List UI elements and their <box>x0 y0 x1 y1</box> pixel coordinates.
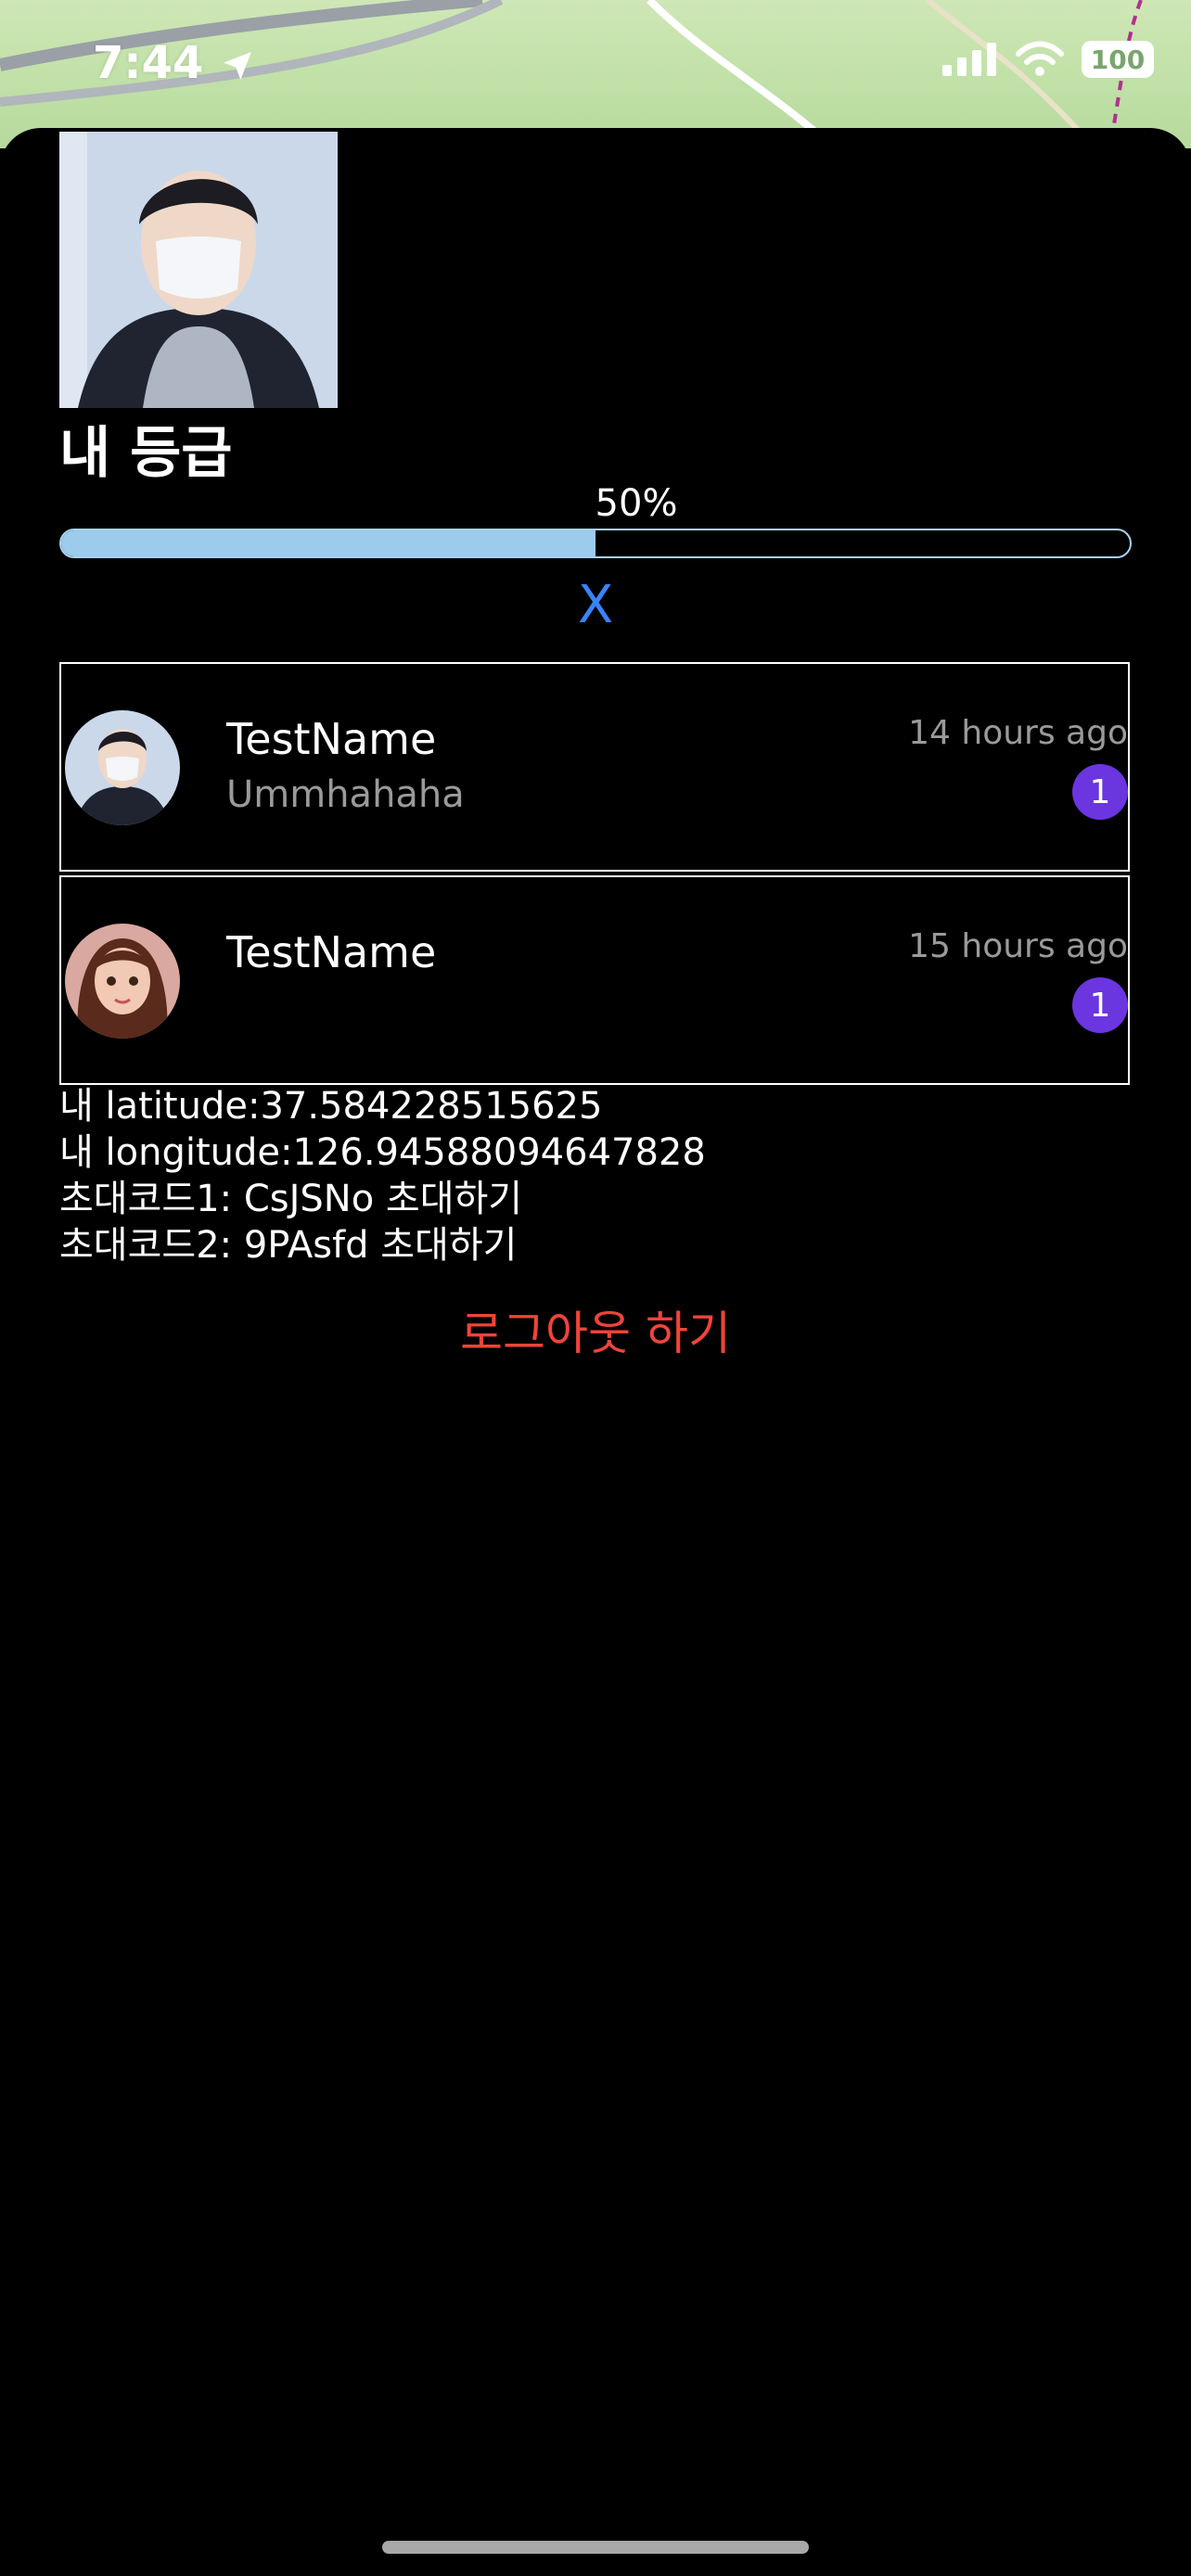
chat-name: TestName <box>226 927 437 977</box>
profile-photo[interactable] <box>59 132 338 408</box>
avatar <box>65 710 180 825</box>
user-info: 내 latitude:37.584228515625 내 longitude:1… <box>59 1083 706 1269</box>
battery-icon: 100 <box>1082 41 1154 78</box>
invite-code-2[interactable]: 초대코드2: 9PAsfd 초대하기 <box>59 1222 706 1269</box>
status-time: 7:44 <box>93 37 256 89</box>
cellular-signal-icon <box>942 43 996 76</box>
chat-timestamp: 15 hours ago <box>908 927 1128 965</box>
status-bar: 7:44 100 <box>0 0 1191 130</box>
longitude-text: 내 longitude:126.94588094647828 <box>59 1131 706 1174</box>
latitude-text: 내 latitude:37.584228515625 <box>59 1085 603 1128</box>
invite-code-1[interactable]: 초대코드1: CsJSNo 초대하기 <box>59 1176 706 1222</box>
person-avatar-icon <box>65 710 180 825</box>
location-arrow-icon <box>224 52 252 80</box>
grade-progress-bar <box>59 529 1132 558</box>
grade-progress-fill <box>61 530 596 556</box>
logout-button[interactable]: 로그아웃 하기 <box>0 1296 1191 1363</box>
unread-badge: 1 <box>1072 764 1128 820</box>
girl-avatar-icon <box>65 924 180 1039</box>
person-photo-icon <box>59 132 338 408</box>
chat-list: TestName Ummhahaha 14 hours ago 1 TestNa… <box>59 662 1130 1089</box>
grade-title: 내 등급 <box>59 421 233 486</box>
chat-list-item[interactable]: TestName 15 hours ago 1 <box>59 875 1130 1085</box>
avatar <box>65 924 180 1039</box>
close-button[interactable]: X <box>0 575 1191 635</box>
wifi-icon <box>1016 41 1064 76</box>
chat-preview: Ummhahaha <box>226 773 465 816</box>
chat-timestamp: 14 hours ago <box>908 714 1128 752</box>
unread-badge: 1 <box>1072 977 1128 1033</box>
progress-percent: 50% <box>595 482 678 525</box>
home-indicator <box>382 2541 809 2554</box>
chat-name: TestName <box>226 714 437 764</box>
chat-list-item[interactable]: TestName Ummhahaha 14 hours ago 1 <box>59 662 1130 872</box>
